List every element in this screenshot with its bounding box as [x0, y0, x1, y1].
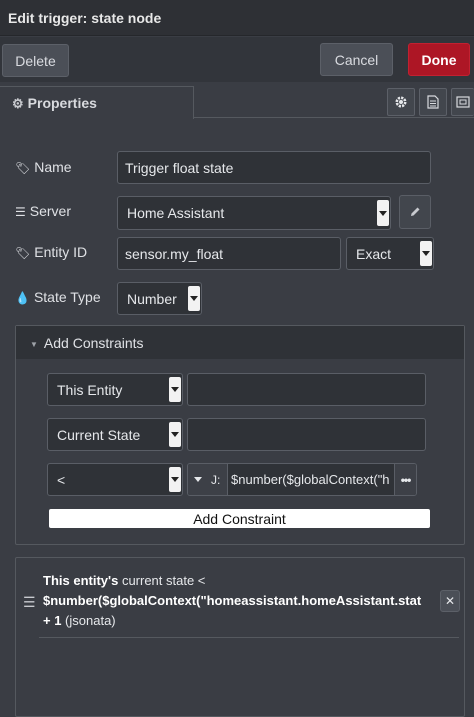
constraint-property-input[interactable]: [187, 418, 426, 451]
ellipsis-icon: •••: [400, 472, 412, 487]
tab-settings[interactable]: [387, 88, 415, 116]
caret-down-icon: [194, 477, 202, 482]
tag-icon: 🏷: [15, 246, 31, 260]
entity-id-label: 🏷 Entity ID: [15, 244, 87, 260]
server-label: ☰ Server: [15, 203, 71, 219]
description-icon: [427, 95, 439, 109]
value-type-select[interactable]: J:: [188, 464, 228, 495]
add-constraint-button[interactable]: Add Constraint: [49, 509, 430, 528]
server-select[interactable]: Home Assistant: [117, 196, 391, 230]
tab-appearance[interactable]: [451, 88, 474, 116]
constraints-title[interactable]: ▼ Add Constraints: [30, 335, 144, 351]
close-icon: ✕: [444, 594, 456, 608]
chevron-down-icon: [169, 377, 181, 402]
droplet-icon: 💧: [15, 291, 30, 305]
pencil-icon: [411, 207, 420, 216]
constraint-value-typed-input[interactable]: J: $number($globalContext("h •••: [187, 463, 417, 496]
value-type-label: J:: [211, 472, 221, 487]
name-label: 🏷 Name: [15, 159, 72, 175]
state-type-label: 💧 State Type: [15, 289, 101, 305]
name-input[interactable]: Trigger float state: [117, 151, 431, 184]
constraint-target-value: This Entity: [57, 381, 123, 398]
entity-match-select[interactable]: Exact: [346, 237, 434, 270]
name-label-text: Name: [34, 159, 72, 175]
server-icon: ☰: [15, 205, 26, 219]
chevron-down-icon: [420, 241, 432, 266]
delete-button[interactable]: Delete: [2, 44, 69, 77]
constraint-offset: + 1: [43, 613, 62, 628]
list-divider: [39, 637, 459, 638]
constraints-title-text: Add Constraints: [43, 335, 144, 351]
appearance-icon: [456, 96, 470, 108]
constraint-comparator-value: <: [57, 471, 66, 488]
gear-icon: [395, 96, 407, 108]
state-type-value: Number: [127, 290, 177, 307]
constraint-target-select[interactable]: This Entity: [47, 373, 183, 406]
constraint-expression: $number($globalContext("homeassistant.ho…: [43, 593, 422, 608]
constraint-value-input[interactable]: $number($globalContext("h: [230, 464, 394, 495]
constraint-subject: This entity's: [43, 573, 119, 588]
chevron-down-icon: [377, 200, 389, 226]
expand-editor-button[interactable]: •••: [394, 464, 416, 495]
server-select-value: Home Assistant: [127, 205, 225, 221]
entity-match-value: Exact: [356, 245, 392, 262]
state-type-select[interactable]: Number: [117, 282, 202, 315]
chevron-down-icon: [169, 422, 181, 447]
server-label-text: Server: [29, 203, 71, 219]
edit-server-button[interactable]: [399, 195, 431, 229]
gear-icon: ⚙: [12, 96, 24, 111]
cancel-button[interactable]: Cancel: [320, 43, 393, 76]
done-button[interactable]: Done: [408, 43, 470, 76]
dialog-actionbar: [0, 37, 474, 82]
tab-properties-text: Properties: [27, 95, 97, 111]
chevron-down-icon: [188, 286, 200, 311]
constraint-list-item: This entity's current state < $number($g…: [43, 571, 463, 631]
constraint-description: current state <: [118, 573, 206, 588]
entity-id-input[interactable]: sensor.my_float: [117, 237, 341, 270]
tag-icon: 🏷: [15, 161, 31, 175]
drag-handle-icon[interactable]: ☰: [23, 594, 36, 611]
constraint-comparator-select[interactable]: <: [47, 463, 183, 496]
constraint-value-type: (jsonata): [61, 613, 116, 628]
chevron-down-icon: [169, 467, 181, 492]
constraint-target-input[interactable]: [187, 373, 426, 406]
constraint-property-select[interactable]: Current State: [47, 418, 183, 451]
triangle-down-icon: ▼: [30, 339, 38, 349]
remove-constraint-button[interactable]: ✕: [440, 590, 460, 612]
constraint-property-value: Current State: [57, 426, 141, 443]
dialog-title: Edit trigger: state node: [8, 10, 162, 26]
state-type-label-text: State Type: [33, 289, 101, 305]
tab-description[interactable]: [419, 88, 447, 116]
entity-id-label-text: Entity ID: [34, 244, 88, 260]
tab-properties-label: ⚙ Properties: [12, 95, 97, 112]
